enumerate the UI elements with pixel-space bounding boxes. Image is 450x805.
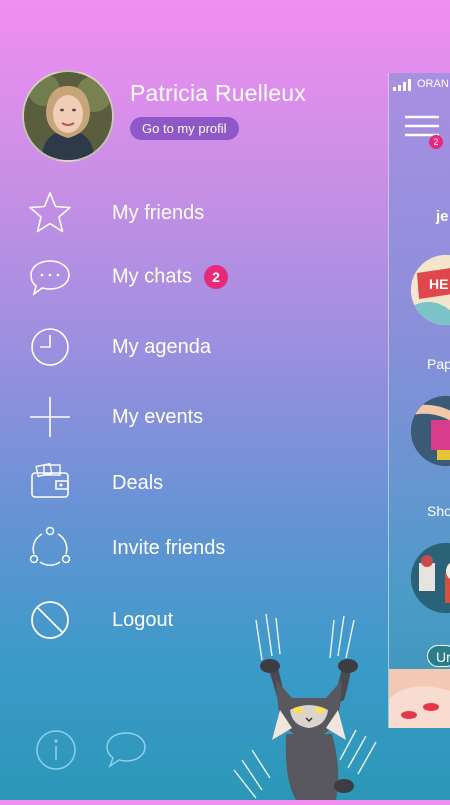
category-tile-1[interactable]: HE	[411, 255, 450, 325]
menu-item-label: Invite friends	[112, 536, 226, 559]
profile-header: Patricia Ruelleux Go to my profil	[22, 70, 306, 162]
tile-text: HE	[429, 276, 448, 292]
go-to-profile-button[interactable]: Go to my profil	[130, 117, 239, 140]
signal-icon	[393, 79, 411, 91]
chat-bubble-icon	[26, 253, 74, 301]
preview-text: je	[436, 208, 449, 225]
avatar[interactable]	[22, 70, 114, 162]
menu-item-invite-friends[interactable]: Invite friends	[0, 520, 330, 576]
menu-item-my-events[interactable]: My events	[0, 389, 330, 445]
profile-name: Patricia Ruelleux	[130, 80, 306, 106]
speech-bubble-icon[interactable]	[104, 728, 148, 772]
menu-item-my-friends[interactable]: My friends	[0, 185, 330, 241]
status-bar: ORAN	[389, 73, 450, 95]
tile-label: Sho	[427, 503, 450, 519]
star-icon	[26, 189, 74, 237]
bottom-actions	[34, 728, 148, 772]
cat-illustration	[226, 610, 396, 800]
menu-item-my-agenda[interactable]: My agenda	[0, 319, 330, 375]
menu-item-label: My events	[112, 405, 204, 428]
clock-icon	[26, 323, 74, 371]
share-icon	[26, 524, 74, 572]
menu-item-label-wrap: My chats 2	[112, 265, 229, 289]
carrier-label: ORAN	[417, 78, 449, 90]
menu-item-my-chats[interactable]: My chats 2	[0, 249, 330, 305]
chats-count-badge: 2	[204, 265, 229, 289]
main-screen-preview[interactable]: ORAN 2 je HE Pap Sho Ur	[388, 73, 450, 728]
menu-item-label: My chats	[112, 265, 193, 288]
category-tile-2[interactable]	[411, 396, 450, 466]
promo-image	[389, 669, 450, 728]
wallet-icon	[26, 459, 74, 507]
plus-icon	[26, 393, 74, 441]
menu-item-label: Logout	[112, 608, 174, 631]
tile-button[interactable]: Ur	[427, 645, 450, 667]
menu-item-label: My agenda	[112, 335, 211, 358]
category-tile-3[interactable]	[411, 543, 450, 613]
block-icon	[26, 596, 74, 644]
menu-item-label: Deals	[112, 471, 164, 494]
menu-item-label: My friends	[112, 201, 205, 224]
menu-item-deals[interactable]: Deals	[0, 455, 330, 511]
menu-notification-badge: 2	[429, 135, 443, 149]
tile-label: Pap	[427, 356, 450, 372]
info-icon[interactable]	[34, 728, 78, 772]
